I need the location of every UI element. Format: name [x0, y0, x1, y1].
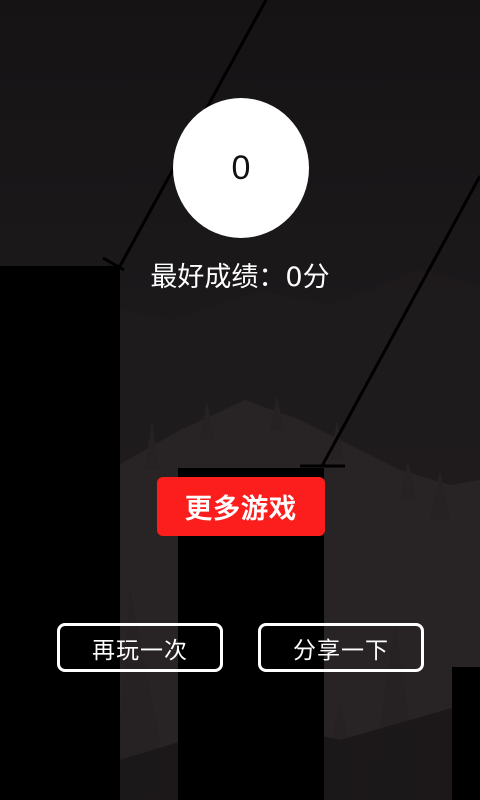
share-label: 分享一下: [293, 637, 389, 664]
best-score-value: 0分: [285, 262, 330, 293]
game-over-screen: 0 最好成绩：0分 更多游戏 再玩一次 分享一下: [0, 0, 480, 800]
pillar-left: [0, 266, 120, 800]
current-score: 0: [231, 148, 251, 187]
replay-button[interactable]: 再玩一次: [57, 623, 223, 672]
more-games-button[interactable]: 更多游戏: [157, 477, 325, 536]
best-score-label: 最好成绩：: [150, 262, 286, 293]
score-circle: 0: [173, 98, 309, 238]
pillar-right: [452, 667, 480, 800]
more-games-label: 更多游戏: [185, 494, 297, 525]
share-button[interactable]: 分享一下: [258, 623, 424, 672]
best-score-row: 最好成绩：0分: [0, 256, 480, 300]
replay-label: 再玩一次: [92, 637, 188, 664]
